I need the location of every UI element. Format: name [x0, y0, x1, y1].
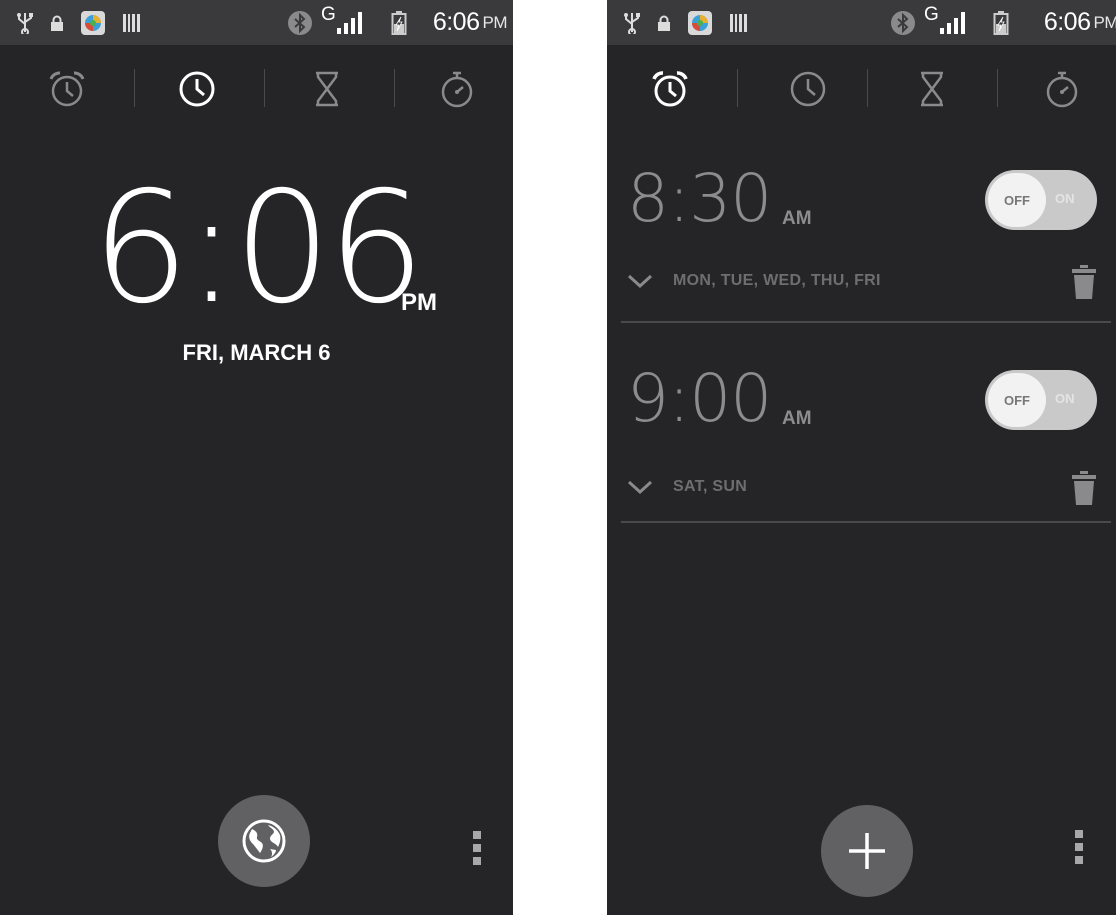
alarm-ampm: AM [782, 208, 812, 229]
toggle-off-label: OFF [988, 373, 1046, 427]
alarm-screen: G 6:06 PM 8:30 AM OFF ON MON, TUE, WED, … [607, 0, 1116, 915]
app-notification-icon [687, 0, 713, 45]
alarm-ampm: AM [782, 408, 812, 429]
network-type-label: G [321, 4, 336, 25]
overflow-dot [1075, 830, 1083, 838]
alarm-item[interactable]: 9:00 AM OFF ON SAT, SUN [607, 360, 1116, 525]
alarm-time[interactable]: 9:00 [627, 366, 772, 432]
status-bar: G 6:06 PM [0, 0, 513, 45]
overflow-dot [473, 857, 481, 865]
lock-icon [657, 0, 671, 45]
overflow-dot [473, 831, 481, 839]
overflow-dot [1075, 843, 1083, 851]
add-alarm-button[interactable] [821, 805, 913, 897]
signal-icon [938, 0, 970, 45]
tab-bar [607, 45, 1116, 133]
status-time-value: 6:06 [432, 8, 480, 36]
stopwatch-icon [441, 71, 473, 108]
alarm-toggle[interactable]: OFF ON [985, 370, 1097, 430]
tab-clock[interactable] [753, 45, 863, 133]
bluetooth-icon [287, 0, 313, 45]
alarm-toggle[interactable]: OFF ON [985, 170, 1097, 230]
usb-icon [623, 0, 641, 45]
world-clock-button[interactable] [218, 795, 310, 887]
tab-timer[interactable] [877, 45, 987, 133]
clock-icon [179, 71, 215, 107]
tab-stopwatch[interactable] [402, 45, 512, 133]
status-bar: G 6:06 PM [607, 0, 1116, 45]
status-time-ampm: PM [1093, 12, 1116, 32]
hourglass-icon [316, 71, 338, 107]
delete-alarm-button[interactable] [1071, 264, 1097, 300]
overflow-menu-button[interactable] [470, 831, 484, 871]
bluetooth-icon [890, 0, 916, 45]
toggle-on-label: ON [1055, 191, 1075, 206]
status-time: 6:06 PM [432, 0, 508, 45]
stopwatch-icon [1046, 71, 1078, 108]
alarm-item[interactable]: 8:30 AM OFF ON MON, TUE, WED, THU, FRI [607, 160, 1116, 325]
lock-icon [50, 0, 64, 45]
status-time: 6:06 PM [1044, 0, 1116, 45]
clock-date: FRI, MARCH 6 [182, 340, 331, 365]
clock-ampm: PM [401, 289, 437, 316]
signal-icon [335, 0, 367, 45]
chevron-down-icon [627, 274, 653, 289]
battery-charging-icon [391, 0, 407, 45]
alarm-expand-row[interactable]: SAT, SUN [627, 478, 747, 496]
trash-icon [1072, 265, 1096, 299]
toggle-off-label: OFF [988, 173, 1046, 227]
alarm-days: SAT, SUN [673, 478, 748, 495]
clock-screen: G 6:06 PM 6:06 PM FRI, MARCH 6 [0, 0, 513, 915]
toggle-on-label: ON [1055, 391, 1075, 406]
hourglass-icon [921, 71, 943, 107]
tab-alarm[interactable] [615, 45, 725, 133]
clock-icon [790, 71, 826, 107]
barcode-icon [730, 0, 748, 45]
plus-icon [849, 833, 885, 869]
status-time-ampm: PM [482, 12, 508, 32]
barcode-icon [123, 0, 141, 45]
network-type-label: G [924, 4, 939, 25]
overflow-menu-button[interactable] [1072, 830, 1086, 870]
alarm-days: MON, TUE, WED, THU, FRI [673, 272, 881, 289]
app-notification-icon [80, 0, 106, 45]
alarm-divider [621, 521, 1111, 523]
tab-stopwatch[interactable] [1007, 45, 1116, 133]
globe-icon [242, 819, 286, 863]
digital-clock: 6:06 PM [0, 172, 513, 326]
tab-clock[interactable] [142, 45, 252, 133]
alarm-clock-icon [49, 71, 85, 107]
usb-icon [16, 0, 34, 45]
overflow-dot [473, 844, 481, 852]
clock-time: 6:06 [91, 159, 426, 338]
alarm-expand-row[interactable]: MON, TUE, WED, THU, FRI [627, 272, 881, 290]
trash-icon [1072, 471, 1096, 505]
status-time-value: 6:06 [1043, 8, 1091, 36]
chevron-down-icon [627, 480, 653, 495]
tab-bar [0, 45, 513, 133]
overflow-dot [1075, 856, 1083, 864]
tab-alarm[interactable] [12, 45, 122, 133]
tab-timer[interactable] [272, 45, 382, 133]
alarm-time[interactable]: 8:30 [627, 166, 772, 232]
alarm-clock-icon [652, 71, 688, 107]
delete-alarm-button[interactable] [1071, 470, 1097, 506]
battery-charging-icon [993, 0, 1009, 45]
alarm-divider [621, 321, 1111, 323]
